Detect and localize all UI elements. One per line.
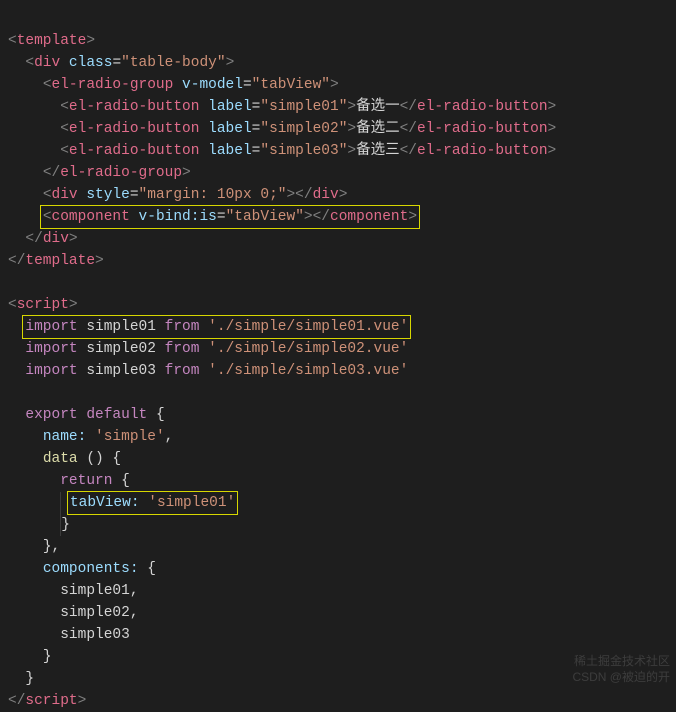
code-block: <template> <div class="table-body"> <el-… xyxy=(8,8,676,712)
tag-template: template xyxy=(17,33,87,49)
highlight-import-line: import simple01 from './simple/simple01.… xyxy=(22,315,411,339)
highlight-tabview-line: tabView: 'simple01' xyxy=(67,491,238,515)
tag-div: div xyxy=(34,55,60,71)
tag-script: script xyxy=(17,297,69,313)
tag-radio-group: el-radio-group xyxy=(52,77,174,93)
highlight-component-line: <component v-bind:is="tabView"></compone… xyxy=(40,205,420,229)
